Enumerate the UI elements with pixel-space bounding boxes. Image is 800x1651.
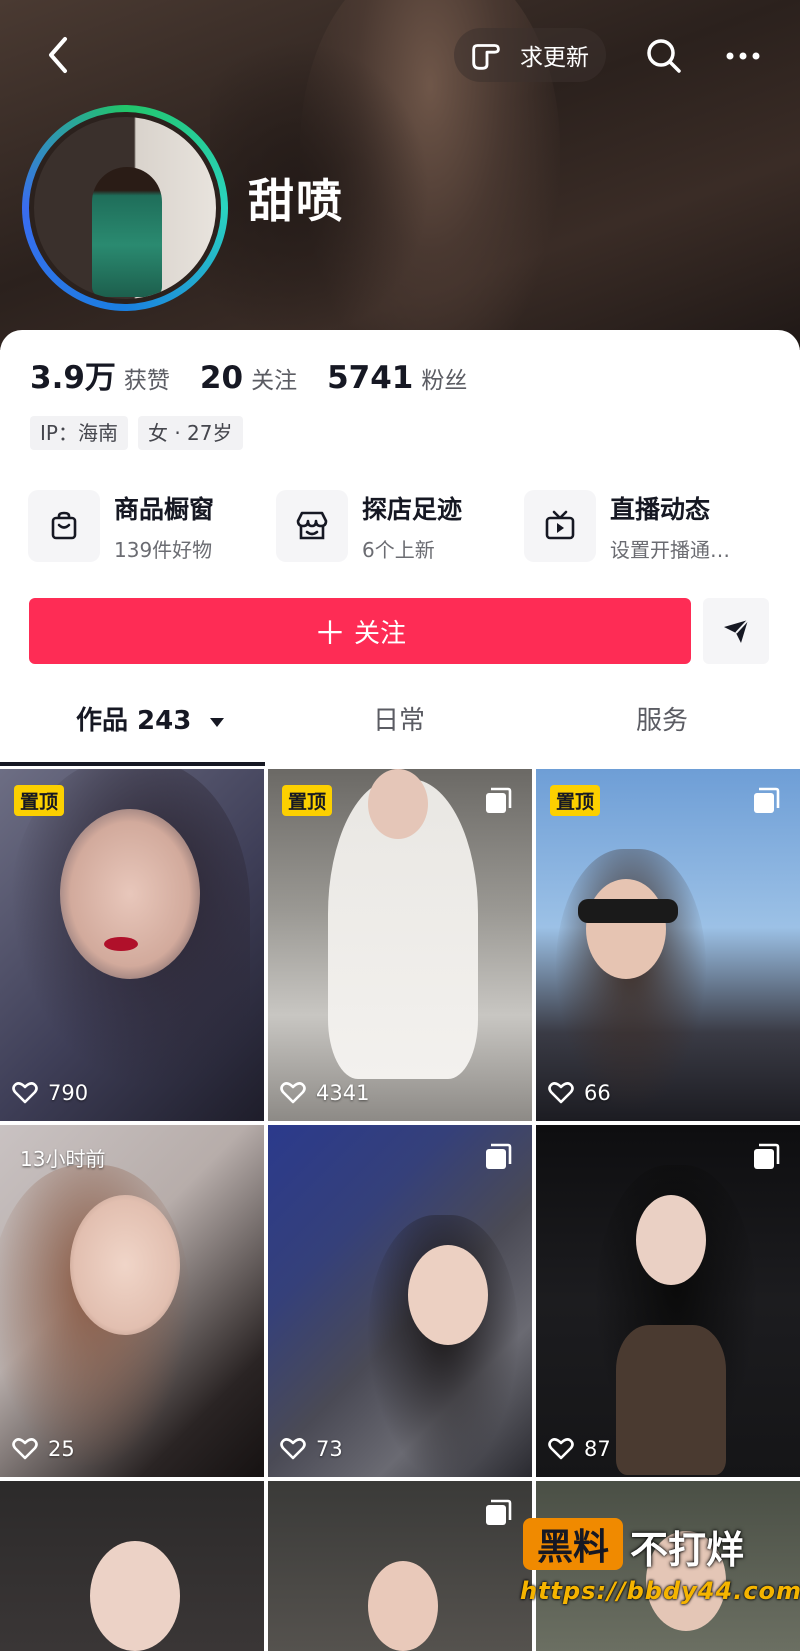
feature-subtitle: 设置开播通… — [610, 537, 730, 562]
stat-label: 关注 — [251, 368, 298, 394]
heart-icon — [548, 1438, 574, 1460]
share-button[interactable] — [703, 598, 769, 664]
watermark-logo: 黑料 不打烊 https://bbdy44.com — [520, 1515, 800, 1615]
watermark-brand: 黑料 — [523, 1518, 623, 1570]
request-update-button[interactable]: 求更新 — [454, 28, 606, 82]
follow-button[interactable]: ＋ 关注 — [29, 598, 691, 664]
request-update-label: 求更新 — [520, 45, 589, 71]
like-count: 87 — [548, 1437, 611, 1461]
watermark-url: https://bbdy44.com — [520, 1577, 800, 1605]
tv-icon — [545, 510, 575, 540]
back-button[interactable] — [36, 30, 80, 80]
pinned-badge: 置顶 — [550, 785, 601, 816]
feature-subtitle: 139件好物 — [114, 537, 213, 562]
video-item[interactable]: 置顶 66 — [536, 769, 800, 1121]
heart-icon — [548, 1082, 574, 1104]
caret-down-icon — [210, 718, 225, 727]
heart-icon — [12, 1082, 38, 1104]
gender-age-tag: 女 · 27岁 — [137, 416, 243, 450]
video-item[interactable]: 87 — [536, 1125, 800, 1477]
username: 甜喷 — [248, 174, 344, 228]
like-count: 25 — [12, 1437, 75, 1461]
like-count: 790 — [12, 1081, 88, 1105]
tab-services[interactable]: 服务 — [636, 700, 688, 737]
profile-tags: IP：海南 女 · 27岁 — [30, 416, 253, 450]
multi-photo-icon — [486, 1499, 512, 1525]
active-tab-indicator — [0, 762, 265, 766]
post-time: 13小时前 — [20, 1147, 106, 1171]
heart-icon — [280, 1438, 306, 1460]
store-icon — [296, 511, 328, 540]
video-item[interactable] — [0, 1481, 264, 1651]
chevron-left-icon — [49, 37, 67, 73]
send-icon — [724, 619, 749, 643]
like-count: 4341 — [280, 1081, 369, 1105]
stats-row: 3.9万 获赞 20 关注 5741 粉丝 — [30, 352, 497, 397]
ip-location-tag: IP：海南 — [30, 416, 128, 450]
feature-shop-window[interactable]: 商品橱窗 139件好物 — [28, 488, 214, 564]
stat-value: 3.9万 — [30, 360, 116, 396]
feature-entries: 商品橱窗 139件好物 探店足迹 6个上新 直播动态 设置开播通… — [28, 488, 772, 564]
tab-label: 作品 243 — [76, 706, 192, 736]
video-item[interactable]: 73 — [268, 1125, 532, 1477]
heart-icon — [280, 1082, 306, 1104]
shopping-bag-icon — [51, 511, 77, 540]
follow-label: 关注 — [354, 618, 407, 649]
pinned-badge: 置顶 — [14, 785, 65, 816]
feature-store-visits[interactable]: 探店足迹 6个上新 — [276, 488, 462, 564]
video-item[interactable]: 13小时前 25 — [0, 1125, 264, 1477]
multi-photo-icon — [486, 1143, 512, 1169]
multi-photo-icon — [754, 787, 780, 813]
avatar[interactable] — [22, 105, 228, 311]
feature-title: 探店足迹 — [362, 494, 463, 524]
search-button[interactable] — [640, 32, 688, 80]
search-icon — [647, 39, 681, 73]
stat-label: 获赞 — [123, 368, 170, 394]
hand-point-icon — [472, 44, 500, 70]
stat-followers[interactable]: 5741 粉丝 — [327, 360, 467, 396]
video-item[interactable]: 置顶 790 — [0, 769, 264, 1121]
stat-likes: 3.9万 获赞 — [30, 352, 170, 397]
like-count: 73 — [280, 1437, 343, 1461]
plus-icon: ＋ — [313, 614, 346, 652]
multi-photo-icon — [486, 787, 512, 813]
stat-following[interactable]: 20 关注 — [200, 360, 297, 396]
content-tabs: 作品 243 日常 服务 — [0, 682, 800, 766]
watermark-slogan: 不打烊 — [630, 1528, 745, 1572]
video-item[interactable] — [268, 1481, 532, 1651]
like-count: 66 — [548, 1081, 611, 1105]
tab-works[interactable]: 作品 243 — [76, 700, 226, 737]
pinned-badge: 置顶 — [282, 785, 333, 816]
stat-value: 20 — [199, 360, 244, 396]
more-dots-icon — [726, 52, 760, 60]
stat-value: 5741 — [327, 360, 414, 396]
feature-title: 商品橱窗 — [114, 494, 215, 524]
top-bar: 求更新 — [0, 0, 800, 110]
stat-label: 粉丝 — [421, 368, 468, 394]
video-item[interactable]: 置顶 4341 — [268, 769, 532, 1121]
more-button[interactable] — [718, 32, 768, 80]
tab-daily[interactable]: 日常 — [373, 700, 425, 737]
feature-subtitle: 6个上新 — [362, 537, 435, 562]
feature-live-updates[interactable]: 直播动态 设置开播通… — [524, 488, 730, 564]
multi-photo-icon — [754, 1143, 780, 1169]
heart-icon — [12, 1438, 38, 1460]
feature-title: 直播动态 — [610, 494, 711, 524]
